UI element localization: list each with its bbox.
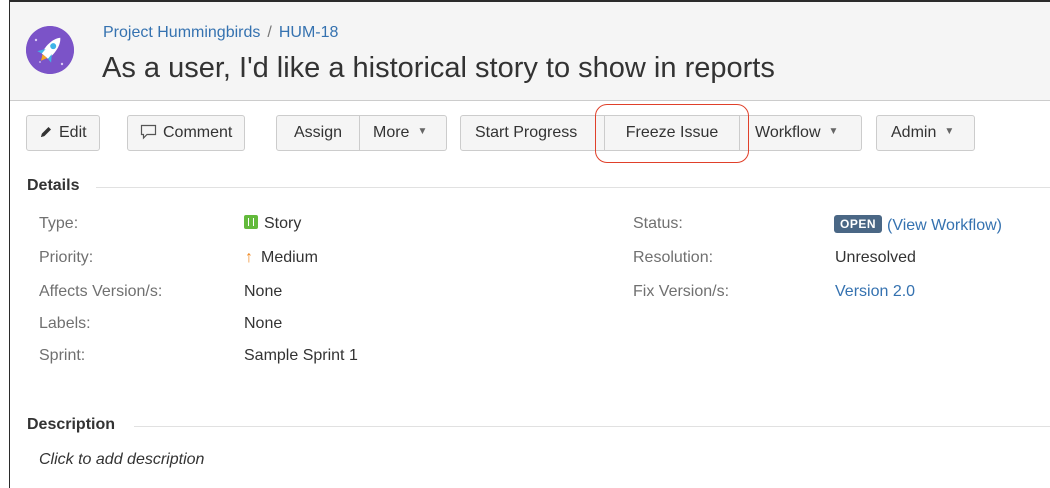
details-divider [96, 187, 1050, 188]
resolution-label: Resolution: [633, 249, 714, 266]
issue-header: Project Hummingbirds / HUM-18 As a user, I… [10, 2, 1050, 101]
assign-button[interactable]: Assign [276, 115, 360, 151]
sprint-value[interactable]: Sample Sprint 1 [244, 347, 358, 365]
priority-label: Priority: [39, 249, 94, 266]
affects-versions-value[interactable]: None [244, 283, 282, 301]
breadcrumb-separator: / [267, 24, 272, 41]
status-badge: OPEN [834, 215, 883, 233]
more-button-label: More [373, 124, 410, 142]
description-placeholder[interactable]: Click to add description [39, 451, 204, 469]
labels-value[interactable]: None [244, 315, 282, 333]
status-value: OPEN (View Workflow) [834, 215, 1002, 235]
details-heading: Details [27, 177, 80, 194]
edit-button[interactable]: Edit [26, 115, 100, 151]
project-avatar-rocket-icon[interactable] [26, 26, 74, 74]
chevron-down-icon: ▼ [828, 126, 839, 137]
version-link[interactable]: Version 2.0 [835, 283, 915, 300]
labels-label: Labels: [39, 315, 91, 332]
breadcrumb-issue-key-link[interactable]: HUM-18 [279, 24, 339, 41]
edit-button-label: Edit [59, 124, 87, 141]
priority-value: ↑ Medium [245, 249, 318, 267]
pencil-icon [39, 118, 53, 152]
description-divider [134, 426, 1050, 427]
priority-value-text: Medium [261, 249, 318, 266]
type-value: Story [244, 215, 301, 233]
comment-button[interactable]: Comment [127, 115, 246, 153]
comment-button-label: Comment [163, 124, 233, 141]
start-progress-label: Start Progress [475, 124, 578, 141]
type-value-text: Story [264, 215, 302, 232]
resolution-value: Unresolved [835, 249, 916, 266]
sprint-label: Sprint: [39, 347, 86, 364]
admin-dropdown-button[interactable]: Admin ▼ [876, 115, 975, 151]
issue-title[interactable]: As a user, I'd like a historical story t… [102, 52, 775, 85]
story-icon [244, 215, 258, 229]
more-dropdown-button[interactable]: More ▼ [360, 115, 447, 151]
start-progress-button[interactable]: Start Progress [460, 115, 605, 151]
freeze-issue-highlight-annotation [595, 104, 749, 163]
fix-versions-label: Fix Version/s: [633, 283, 730, 300]
breadcrumb: Project Hummingbirds / HUM-18 [103, 24, 338, 42]
description-heading: Description [27, 416, 116, 433]
admin-button-label: Admin [891, 124, 937, 142]
workflow-button-label: Workflow [755, 124, 821, 142]
chevron-down-icon: ▼ [944, 126, 955, 137]
fix-versions-value: Version 2.0 [835, 283, 915, 301]
chevron-down-icon: ▼ [417, 126, 428, 137]
priority-up-arrow-icon: ↑ [245, 249, 253, 266]
view-workflow-link[interactable]: (View Workflow) [887, 217, 1002, 234]
type-label: Type: [39, 215, 79, 232]
workflow-dropdown-button[interactable]: Workflow ▼ [740, 115, 862, 151]
status-label: Status: [633, 215, 683, 232]
comment-bubble-icon [140, 119, 157, 153]
assign-button-label: Assign [293, 124, 343, 141]
affects-versions-label: Affects Version/s: [39, 283, 163, 300]
breadcrumb-project-link[interactable]: Project Hummingbirds [103, 24, 260, 41]
